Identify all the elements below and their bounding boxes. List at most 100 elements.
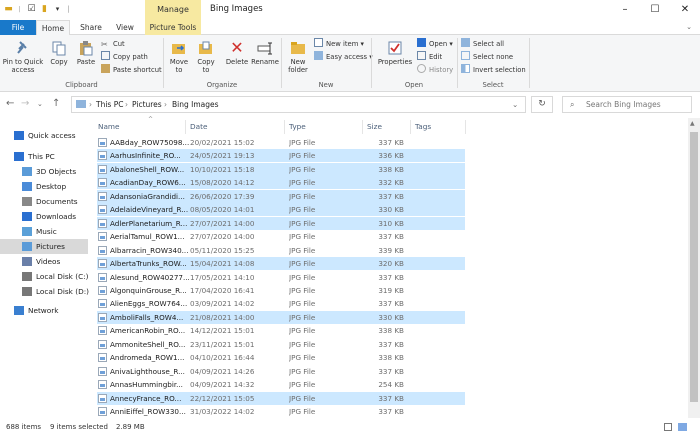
file-row[interactable]: AlgonquinGrouse_R... 17/04/2020 16:41 JPG …	[97, 284, 465, 297]
tab-share[interactable]: Share	[76, 20, 106, 35]
file-row[interactable]: AdlerPlanetarium_R... 27/07/2021 14:00 JPG…	[97, 216, 465, 230]
new-folder-button[interactable]: New folder	[284, 40, 312, 74]
rename-button[interactable]: Rename	[251, 40, 279, 66]
file-row[interactable]: Albarracin_ROW340... 05/11/2020 15:25 JPG …	[97, 244, 465, 257]
tab-home[interactable]: Home	[36, 20, 70, 36]
minimize-button[interactable]: –	[610, 0, 640, 20]
file-row[interactable]: AnnasHummingbir... 04/09/2021 14:32 JPG Fi…	[97, 378, 465, 391]
move-to-button[interactable]: Move to	[167, 40, 191, 74]
customize-quick-access-icon[interactable]: ▾	[52, 4, 63, 15]
file-row[interactable]: AmericanRobin_RO... 14/12/2021 15:01 JPG F…	[97, 324, 465, 337]
file-row[interactable]: AnniEiffel_ROW330... 31/03/2022 14:02 JPG …	[97, 405, 465, 418]
expand-ribbon-icon[interactable]: ⌄	[680, 20, 698, 35]
file-row[interactable]: Andromeda_ROW1... 04/10/2021 16:44 JPG Fil…	[97, 351, 465, 364]
breadcrumb-pictures[interactable]: Pictures	[132, 97, 162, 112]
manage-tab[interactable]: Manage	[145, 0, 201, 20]
vertical-scrollbar[interactable]: ▲	[688, 118, 700, 418]
sidebar-item-network[interactable]: Network	[0, 303, 88, 318]
large-icons-view-icon[interactable]	[678, 423, 687, 431]
file-type: JPG File	[289, 272, 316, 282]
sidebar-item-downloads[interactable]: Downloads	[0, 209, 88, 224]
copy-to-button[interactable]: Copy to	[194, 40, 218, 74]
sidebar-item-desktop[interactable]: Desktop	[0, 179, 88, 194]
file-row[interactable]: AarhusInfinite_RO... 24/05/2021 19:13 JPG …	[97, 149, 465, 163]
column-header-tags[interactable]: Tags	[415, 122, 431, 131]
copy-button[interactable]: Copy	[46, 40, 72, 66]
new-folder-quick-icon[interactable]: ▮	[39, 4, 50, 15]
tab-view[interactable]: View	[110, 20, 140, 35]
file-row[interactable]: AbaloneShell_ROW... 10/10/2021 15:18 JPG F…	[97, 162, 465, 176]
file-row[interactable]: Alesund_ROW40277... 17/05/2021 14:10 JPG F…	[97, 271, 465, 284]
file-row[interactable]: AerialTamul_ROW1... 27/07/2020 14:00 JPG F…	[97, 230, 465, 243]
paste-shortcut-button[interactable]: Paste shortcut	[101, 64, 162, 76]
recent-locations-button[interactable]: ⌄	[37, 98, 43, 110]
breadcrumb-this-pc[interactable]: This PC	[96, 97, 123, 112]
select-none-button[interactable]: Select none	[461, 51, 513, 63]
sidebar-item-videos[interactable]: Videos	[0, 254, 88, 269]
paste-button[interactable]: Paste	[74, 40, 98, 66]
properties-button[interactable]: Properties	[375, 40, 415, 66]
edit-button[interactable]: Edit	[417, 51, 442, 63]
file-row[interactable]: AABday_ROW75098... 20/02/2021 15:02 JPG Fi…	[97, 136, 465, 149]
file-size: 320 KB	[378, 259, 404, 269]
file-row[interactable]: AlbertaTrunks_ROW... 15/04/2021 14:08 JPG …	[97, 257, 465, 271]
delete-button[interactable]: ✕ Delete	[224, 40, 250, 67]
sidebar-item-local-disk-d[interactable]: Local Disk (D:)	[0, 284, 89, 299]
cut-button[interactable]: ✂ Cut	[101, 38, 125, 50]
file-row[interactable]: AnnecyFrance_RO... 22/12/2021 15:05 JPG Fi…	[97, 391, 465, 405]
sidebar-item-music[interactable]: Music	[0, 224, 88, 239]
sidebar-item-pictures[interactable]: Pictures	[0, 239, 88, 254]
column-divider[interactable]	[362, 120, 363, 134]
column-header-size[interactable]: Size	[367, 122, 382, 131]
properties-quick-icon[interactable]: ☑	[26, 4, 37, 15]
refresh-button[interactable]: ↻	[531, 96, 553, 113]
select-all-button[interactable]: Select all	[461, 38, 504, 50]
file-row[interactable]: AlienEggs_ROW764... 03/09/2021 14:02 JPG F…	[97, 297, 465, 310]
history-button[interactable]: History	[417, 64, 453, 76]
column-header-type[interactable]: Type	[289, 122, 306, 131]
forward-button[interactable]: →	[21, 98, 29, 110]
scroll-up-icon[interactable]: ▲	[690, 120, 695, 127]
tab-picture-tools[interactable]: Picture Tools	[145, 20, 201, 35]
address-row: ← → ⌄ ↑ › This PC › Pictures › Bing Imag…	[0, 92, 700, 116]
invert-selection-button[interactable]: Invert selection	[461, 64, 526, 76]
column-header-name[interactable]: Name	[98, 122, 120, 131]
file-date: 08/05/2020 14:01	[190, 205, 255, 215]
column-divider[interactable]	[465, 120, 466, 134]
address-bar[interactable]: › This PC › Pictures › Bing Images ⌄	[71, 96, 526, 113]
file-date: 17/04/2020 16:41	[190, 285, 255, 295]
sidebar-item-3d-objects[interactable]: 3D Objects	[0, 164, 88, 179]
sidebar-item-documents[interactable]: Documents	[0, 194, 88, 209]
up-button[interactable]: ↑	[52, 98, 60, 110]
file-size: 337 KB	[378, 299, 404, 309]
breadcrumb-bing-images[interactable]: Bing Images	[172, 97, 219, 112]
details-view-icon[interactable]	[664, 423, 672, 431]
sidebar-item-quick-access[interactable]: Quick access	[0, 128, 88, 143]
file-row[interactable]: AnivaLighthouse_R... 04/09/2021 14:26 JPG …	[97, 365, 465, 378]
sidebar-item-this-pc[interactable]: This PC	[0, 149, 88, 164]
maximize-button[interactable]: ☐	[640, 0, 670, 20]
back-button[interactable]: ←	[6, 98, 14, 110]
close-button[interactable]: ✕	[670, 0, 700, 20]
file-date: 04/10/2021 16:44	[190, 353, 255, 363]
file-row[interactable]: AmboliFalls_ROW4... 21/08/2021 14:00 JPG F…	[97, 310, 465, 324]
column-header-date[interactable]: Date	[190, 122, 207, 131]
sidebar-item-label: Downloads	[36, 212, 77, 221]
open-button[interactable]: Open ▾	[417, 38, 453, 50]
pin-to-quick-access-button[interactable]: Pin to Quick access	[2, 40, 44, 74]
tab-file[interactable]: File	[0, 20, 36, 35]
easy-access-button[interactable]: Easy access ▾	[314, 51, 373, 63]
address-dropdown-icon[interactable]: ⌄	[512, 97, 518, 112]
file-row[interactable]: AdelaideVineyard_R... 08/05/2020 14:01 JPG…	[97, 203, 465, 217]
column-divider[interactable]	[185, 120, 186, 134]
column-divider[interactable]	[410, 120, 411, 134]
file-row[interactable]: AcadianDay_ROW6... 15/08/2020 14:12 JPG Fi…	[97, 176, 465, 190]
sidebar-item-local-disk-c[interactable]: Local Disk (C:)	[0, 269, 88, 284]
new-item-button[interactable]: New item ▾	[314, 38, 364, 50]
file-row[interactable]: AdansoniaGrandidi... 26/06/2020 17:39 JPG …	[97, 189, 465, 203]
column-divider[interactable]	[284, 120, 285, 134]
file-row[interactable]: AmmoniteShell_RO... 23/11/2021 15:01 JPG F…	[97, 338, 465, 351]
search-input[interactable]: ⌕ Search Bing Images	[562, 96, 692, 113]
scrollbar-thumb[interactable]	[690, 132, 698, 402]
copy-path-button[interactable]: Copy path	[101, 51, 148, 63]
